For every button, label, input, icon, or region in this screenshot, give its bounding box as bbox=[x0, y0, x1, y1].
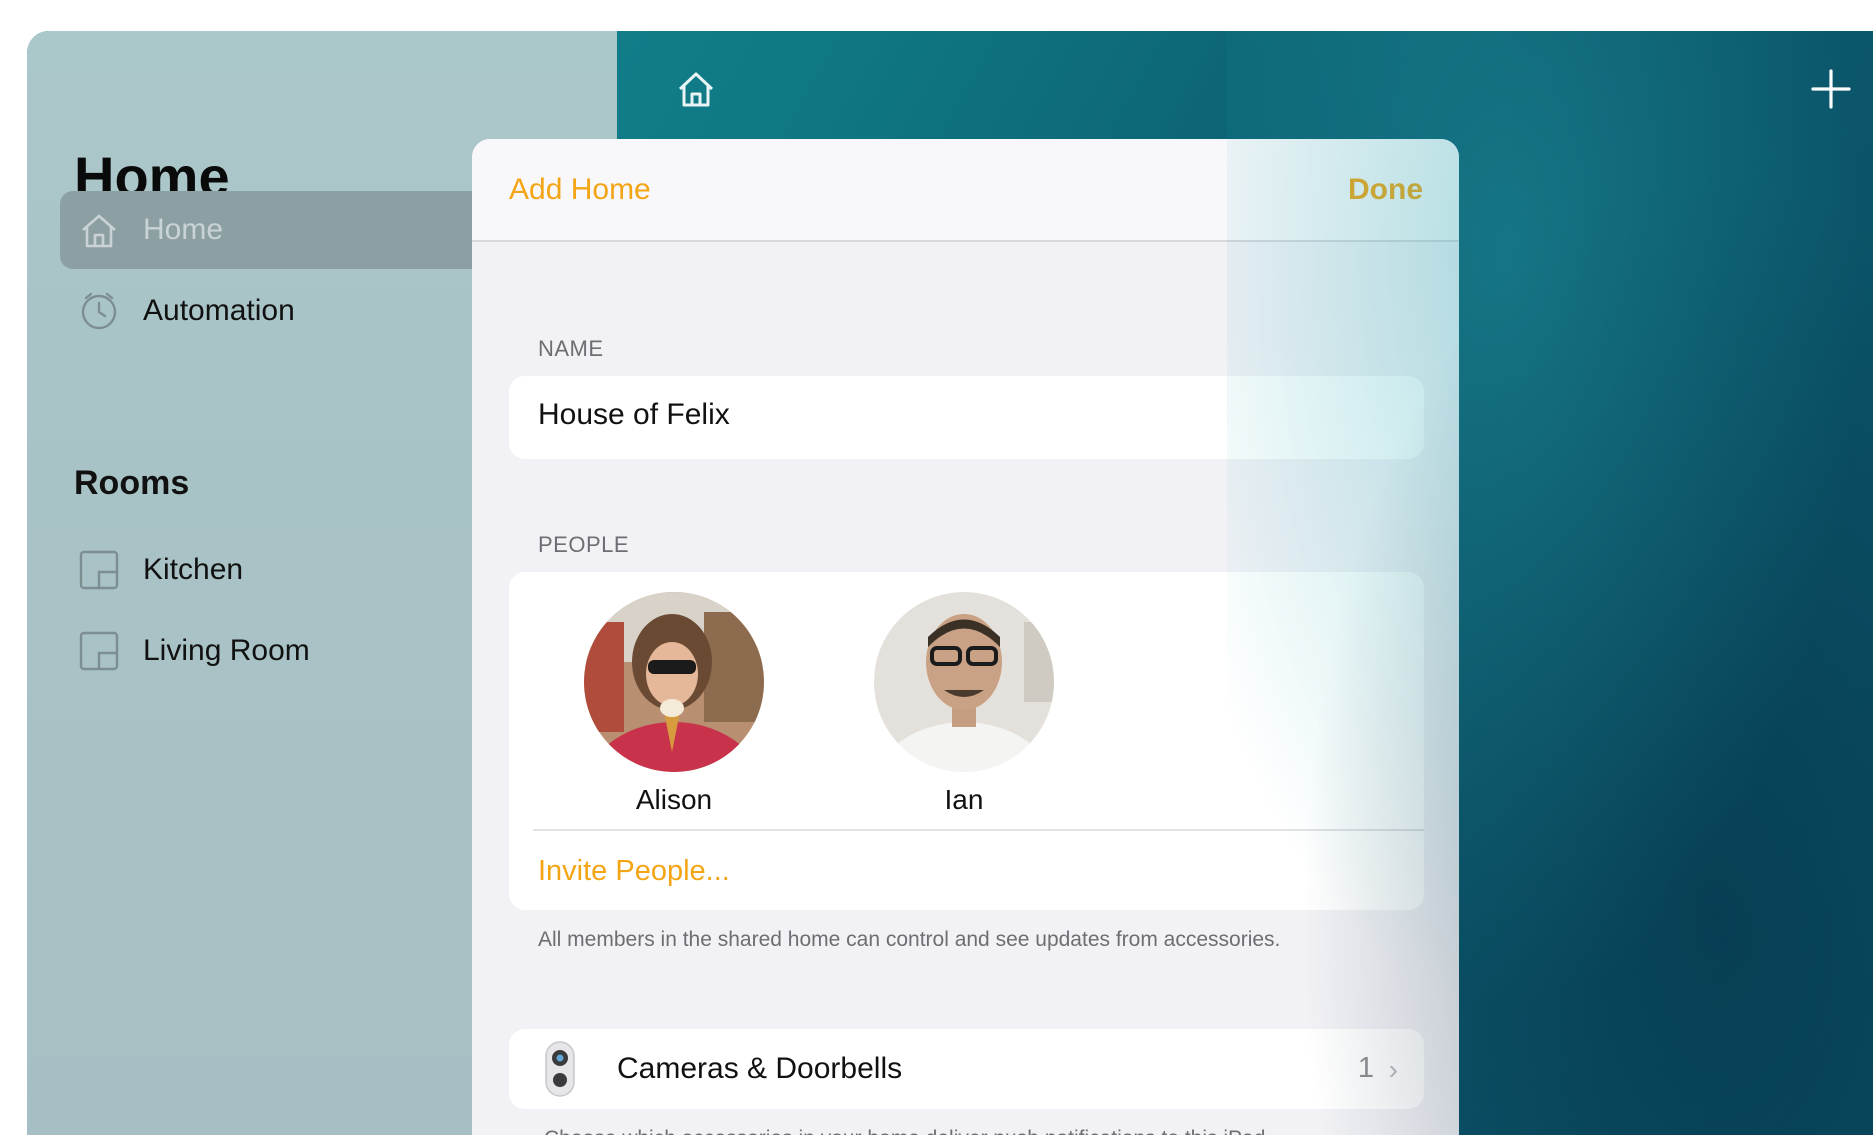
person-ian[interactable]: Ian bbox=[874, 592, 1054, 816]
person-alison[interactable]: Alison bbox=[584, 592, 764, 816]
people-section-label: PEOPLE bbox=[538, 532, 630, 557]
row-label: Cameras & Doorbells bbox=[617, 1052, 903, 1085]
cameras-doorbells-row[interactable]: Cameras & Doorbells 1 › bbox=[509, 1029, 1424, 1109]
clock-icon bbox=[77, 289, 121, 333]
house-icon[interactable] bbox=[672, 65, 720, 113]
person-name: Ian bbox=[944, 784, 984, 815]
sidebar-item-label: Automation bbox=[143, 294, 295, 327]
rooms-header: Rooms bbox=[74, 464, 190, 502]
invite-people-button[interactable]: Invite People... bbox=[538, 855, 730, 888]
divider bbox=[533, 829, 1424, 831]
plus-icon bbox=[1811, 69, 1851, 109]
cameras-footnote: Choose which accessories in your home de… bbox=[544, 1124, 1424, 1135]
sidebar-item-label: Kitchen bbox=[143, 553, 244, 586]
done-button[interactable]: Done bbox=[1348, 173, 1423, 207]
sheet-header: Add Home Done bbox=[472, 139, 1459, 242]
camera-icon bbox=[545, 1041, 575, 1097]
room-icon bbox=[77, 548, 121, 592]
sheet-title: Add Home bbox=[509, 173, 651, 206]
add-home-sheet: Add Home Done NAME House of Felix PEOPLE bbox=[472, 139, 1459, 1135]
name-value: House of Felix bbox=[538, 398, 730, 431]
room-icon bbox=[77, 629, 121, 673]
name-field[interactable]: House of Felix bbox=[509, 376, 1424, 459]
people-card: Alison Ian Invite People... bbox=[509, 572, 1424, 910]
house-icon bbox=[77, 208, 121, 252]
row-count: 1 bbox=[1357, 1052, 1374, 1084]
home-app-window: Home Home Automation Rooms Kitchen Livin bbox=[27, 31, 1873, 1135]
chevron-right-icon: › bbox=[1388, 1054, 1398, 1085]
sidebar-item-label: Home bbox=[143, 213, 224, 246]
people-footnote: All members in the shared home can contr… bbox=[538, 928, 1281, 951]
avatar bbox=[874, 592, 1054, 772]
sidebar-item-label: Living Room bbox=[143, 634, 310, 667]
person-name: Alison bbox=[635, 784, 713, 815]
add-button[interactable] bbox=[1805, 63, 1857, 115]
name-section-label: NAME bbox=[538, 336, 604, 361]
avatar bbox=[584, 592, 764, 772]
